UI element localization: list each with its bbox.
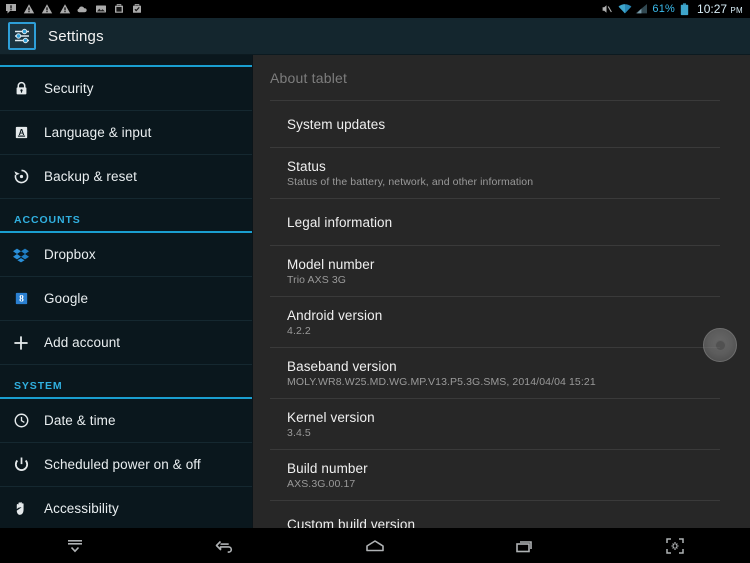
sidebar-item-label: Language & input bbox=[44, 125, 152, 140]
status-bar-clock: 10:27 PM bbox=[697, 2, 743, 16]
panel-heading: About tablet bbox=[253, 55, 750, 100]
sidebar-section-system: SYSTEM bbox=[0, 365, 252, 399]
action-bar: Settings bbox=[0, 18, 750, 55]
sidebar-item-google[interactable]: 8 Google bbox=[0, 277, 252, 321]
android-settings-screen: 61% 10:27 PM Settings Security A Languag… bbox=[0, 0, 750, 563]
sidebar-item-location-access[interactable]: Location access bbox=[0, 55, 252, 65]
keyboard-a-icon: A bbox=[10, 122, 32, 144]
page-title: Settings bbox=[48, 27, 104, 45]
warning-icon bbox=[23, 3, 35, 15]
clock-icon bbox=[10, 410, 32, 432]
pref-title: Baseband version bbox=[287, 358, 397, 374]
hide-keyboard-icon[interactable] bbox=[0, 528, 150, 563]
pref-model-number[interactable]: Model number Trio AXS 3G bbox=[270, 245, 720, 296]
plus-icon bbox=[10, 332, 32, 354]
bag-check-icon bbox=[131, 3, 143, 15]
sidebar-section-label: ACCOUNTS bbox=[14, 214, 81, 226]
warning-icon bbox=[59, 3, 71, 15]
settings-sidebar[interactable]: Location access Security A Language & in… bbox=[0, 55, 252, 528]
pref-summary: Status of the battery, network, and othe… bbox=[287, 175, 534, 188]
lock-icon bbox=[10, 78, 32, 100]
pref-title: System updates bbox=[287, 116, 386, 132]
sidebar-item-security[interactable]: Security bbox=[0, 67, 252, 111]
pref-summary: Trio AXS 3G bbox=[287, 273, 347, 286]
sidebar-item-dropbox[interactable]: Dropbox bbox=[0, 233, 252, 277]
pref-title: Custom build version bbox=[287, 516, 416, 529]
about-tablet-panel: About tablet System updates Status Statu… bbox=[253, 55, 750, 528]
sidebar-item-label: Dropbox bbox=[44, 247, 96, 262]
sidebar-item-add-account[interactable]: Add account bbox=[0, 321, 252, 365]
sidebar-item-label: Scheduled power on & off bbox=[44, 457, 201, 472]
message-icon bbox=[5, 3, 17, 15]
status-bar-notification-icons bbox=[0, 3, 143, 15]
pref-title: Status bbox=[287, 158, 326, 174]
status-bar-system-icons: 61% 10:27 PM bbox=[601, 2, 750, 16]
cloud-icon bbox=[77, 3, 89, 15]
pref-title: Legal information bbox=[287, 214, 393, 230]
battery-icon bbox=[680, 3, 692, 16]
pref-summary: 3.4.5 bbox=[287, 426, 311, 439]
screenshot-icon[interactable] bbox=[600, 528, 750, 563]
dropbox-icon bbox=[10, 244, 32, 266]
bag-icon bbox=[113, 3, 125, 15]
panel-heading-label: About tablet bbox=[270, 69, 348, 86]
clock-time: 10:27 bbox=[697, 2, 728, 16]
sidebar-item-label: Accessibility bbox=[44, 501, 119, 516]
sidebar-item-label: Backup & reset bbox=[44, 169, 137, 184]
sidebar-item-label: Google bbox=[44, 291, 89, 306]
pref-system-updates[interactable]: System updates bbox=[270, 100, 720, 147]
power-icon bbox=[10, 454, 32, 476]
hand-icon bbox=[10, 498, 32, 520]
pref-summary: 4.2.2 bbox=[287, 324, 311, 337]
sidebar-item-label: Add account bbox=[44, 335, 121, 350]
pref-legal-information[interactable]: Legal information bbox=[270, 198, 720, 245]
pref-title: Kernel version bbox=[287, 409, 375, 425]
sidebar-item-scheduled-power[interactable]: Scheduled power on & off bbox=[0, 443, 252, 487]
sidebar-section-label: SYSTEM bbox=[14, 380, 63, 392]
warning-icon bbox=[41, 3, 53, 15]
pref-title: Android version bbox=[287, 307, 383, 323]
pref-android-version[interactable]: Android version 4.2.2 bbox=[270, 296, 720, 347]
google-icon: 8 bbox=[10, 288, 32, 310]
vibrate-off-icon bbox=[601, 3, 613, 15]
floating-handle-inner bbox=[714, 339, 726, 351]
pref-title: Model number bbox=[287, 256, 375, 272]
backup-restore-icon bbox=[10, 166, 32, 188]
clock-ampm: PM bbox=[730, 6, 743, 15]
back-icon[interactable] bbox=[150, 528, 300, 563]
pref-baseband-version[interactable]: Baseband version MOLY.WR8.W25.MD.WG.MP.V… bbox=[270, 347, 720, 398]
navigation-bar[interactable] bbox=[0, 528, 750, 563]
sidebar-item-label: Date & time bbox=[44, 413, 116, 428]
pref-summary: AXS.3G.00.17 bbox=[287, 477, 356, 490]
pref-custom-build-version[interactable]: Custom build version bbox=[270, 500, 720, 528]
sidebar-item-label: Security bbox=[44, 81, 94, 96]
pref-status[interactable]: Status Status of the battery, network, a… bbox=[270, 147, 720, 198]
sidebar-item-accessibility[interactable]: Accessibility bbox=[0, 487, 252, 528]
pref-summary: MOLY.WR8.W25.MD.WG.MP.V13.P5.3G.SMS, 201… bbox=[287, 375, 596, 388]
pref-kernel-version[interactable]: Kernel version 3.4.5 bbox=[270, 398, 720, 449]
sidebar-item-language-input[interactable]: A Language & input bbox=[0, 111, 252, 155]
home-icon[interactable] bbox=[300, 528, 450, 563]
pref-title: Build number bbox=[287, 460, 368, 476]
sidebar-item-date-time[interactable]: Date & time bbox=[0, 399, 252, 443]
wifi-icon bbox=[618, 3, 632, 15]
floating-handle-button[interactable] bbox=[703, 328, 737, 362]
signal-icon bbox=[635, 3, 648, 15]
image-icon bbox=[95, 3, 107, 15]
pref-build-number[interactable]: Build number AXS.3G.00.17 bbox=[270, 449, 720, 500]
sidebar-item-backup-reset[interactable]: Backup & reset bbox=[0, 155, 252, 199]
recents-icon[interactable] bbox=[450, 528, 600, 563]
battery-percent-label: 61% bbox=[652, 3, 676, 15]
sidebar-section-accounts: ACCOUNTS bbox=[0, 199, 252, 233]
settings-sliders-icon[interactable] bbox=[8, 22, 36, 50]
svg-text:8: 8 bbox=[19, 295, 24, 305]
status-bar: 61% 10:27 PM bbox=[0, 0, 750, 18]
